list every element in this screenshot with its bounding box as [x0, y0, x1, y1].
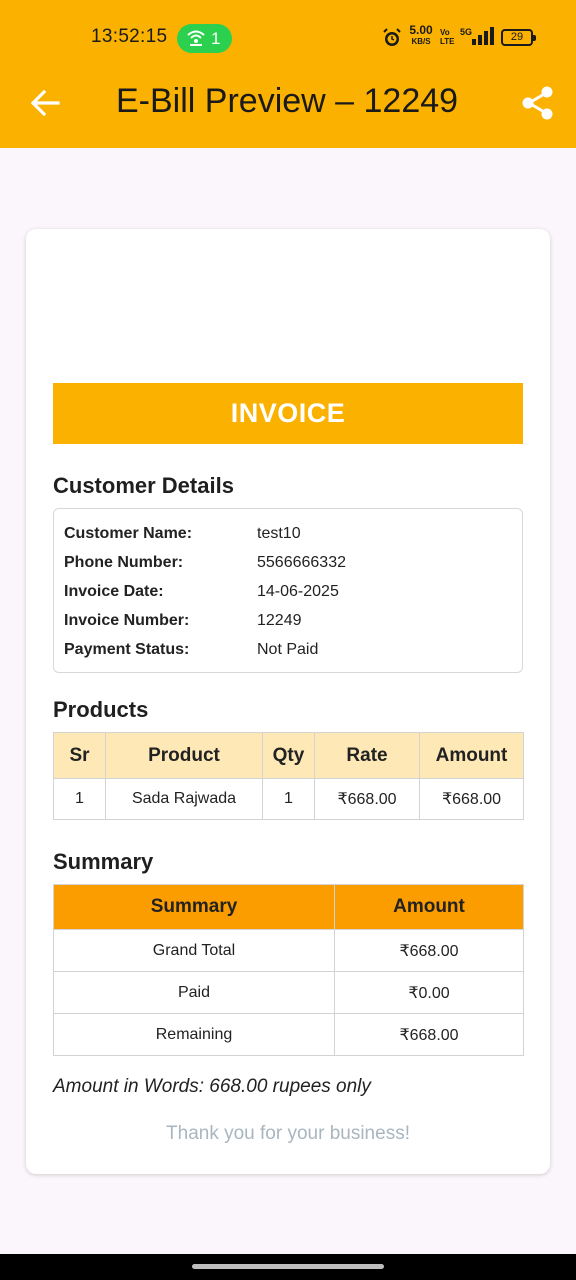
detail-label: Customer Name: — [64, 525, 193, 542]
hotspot-count: 1 — [211, 29, 221, 48]
summary-heading: Summary — [53, 849, 154, 874]
summary-amount: ₹668.00 — [334, 929, 524, 972]
detail-value: 5566666332 — [257, 554, 346, 571]
detail-value: 14-06-2025 — [257, 583, 339, 600]
column-header: Amount — [419, 732, 524, 779]
battery-indicator: 29 — [501, 29, 536, 46]
amount-in-words: Amount in Words: 668.00 rupees only — [53, 1076, 371, 1097]
summary-label: Remaining — [53, 1013, 335, 1056]
detail-value: Not Paid — [257, 641, 319, 658]
customer-details-box: Customer Name: test10 Phone Number: 5566… — [53, 508, 523, 673]
column-header: Sr — [53, 732, 106, 779]
detail-label: Invoice Date: — [64, 583, 164, 600]
column-header: Qty — [262, 732, 315, 779]
table-cell: ₹668.00 — [419, 778, 524, 820]
table-cell: 1 — [262, 778, 315, 820]
invoice-banner: INVOICE — [53, 383, 523, 444]
hotspot-icon — [187, 30, 205, 46]
faded-header-line — [26, 257, 550, 294]
net-speed-value: 5.00 — [409, 23, 433, 37]
customer-details-heading: Customer Details — [53, 473, 234, 498]
network-type: 5G — [460, 27, 472, 37]
summary-amount: ₹668.00 — [334, 1013, 524, 1056]
table-row: Remaining ₹668.00 — [53, 1013, 524, 1056]
alarm-icon — [383, 28, 401, 46]
signal-icon: 5G — [460, 27, 494, 45]
gesture-nav-bar — [0, 1254, 576, 1280]
home-gesture-handle[interactable] — [192, 1264, 384, 1269]
table-cell: 1 — [53, 778, 106, 820]
net-speed-unit: KB/S — [411, 37, 431, 46]
invoice-card: INVOICE Customer Details Customer Name: … — [26, 229, 550, 1174]
table-header-row: Summary Amount — [53, 884, 524, 930]
table-row: Grand Total ₹668.00 — [53, 929, 524, 972]
share-icon[interactable] — [520, 85, 556, 121]
summary-amount: ₹0.00 — [334, 971, 524, 1014]
volte-top: Vo — [440, 28, 450, 37]
products-heading: Products — [53, 697, 149, 722]
products-table: Sr Product Qty Rate Amount 1 Sada Rajwad… — [53, 732, 524, 820]
arrow-left-icon[interactable] — [28, 86, 62, 120]
column-header: Amount — [334, 884, 524, 930]
table-cell: Sada Rajwada — [105, 778, 263, 820]
column-header: Product — [105, 732, 263, 779]
column-header: Summary — [53, 884, 335, 930]
thank-you-note: Thank you for your business! — [166, 1123, 410, 1144]
volte-bottom: LTE — [440, 37, 455, 46]
faded-header-line — [26, 335, 550, 353]
detail-label: Phone Number: — [64, 554, 184, 571]
volte-indicator: Vo LTE — [440, 28, 455, 46]
detail-value: test10 — [257, 525, 301, 542]
detail-label: Payment Status: — [64, 641, 190, 658]
detail-label: Invoice Number: — [64, 612, 190, 629]
status-time: 13:52:15 — [91, 26, 168, 47]
net-speed: 5.00 KB/S — [406, 23, 436, 47]
summary-table: Summary Amount Grand Total ₹668.00 Paid … — [53, 884, 524, 1056]
hotspot-badge: 1 — [177, 24, 232, 53]
table-row: 1 Sada Rajwada 1 ₹668.00 ₹668.00 — [53, 778, 524, 820]
faded-header-line — [26, 305, 550, 323]
summary-label: Grand Total — [53, 929, 335, 972]
status-bar: 13:52:15 1 5.00 KB/S Vo LTE 5G 29 — [0, 0, 576, 76]
column-header: Rate — [314, 732, 420, 779]
detail-value: 12249 — [257, 612, 302, 629]
table-row: Paid ₹0.00 — [53, 971, 524, 1014]
table-header-row: Sr Product Qty Rate Amount — [53, 732, 524, 779]
summary-label: Paid — [53, 971, 335, 1014]
app-bar: 13:52:15 1 5.00 KB/S Vo LTE 5G 29 E-Bill… — [0, 0, 576, 148]
page-title: E-Bill Preview – 12249 — [116, 82, 459, 120]
table-cell: ₹668.00 — [314, 778, 420, 820]
